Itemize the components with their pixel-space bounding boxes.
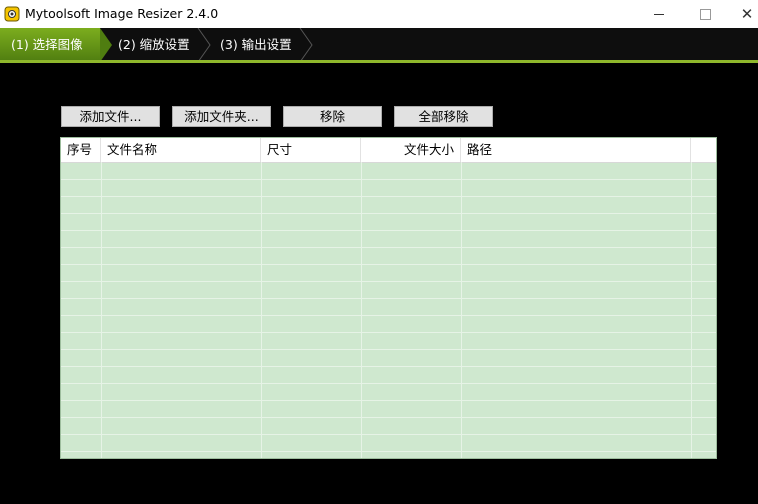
window-title: Mytoolsoft Image Resizer 2.4.0 bbox=[25, 6, 219, 21]
grid-row-line bbox=[61, 366, 716, 367]
column-header-filesize[interactable]: 文件大小 bbox=[361, 138, 461, 162]
grid-row-line bbox=[61, 298, 716, 299]
step-separator-icon bbox=[197, 28, 211, 62]
grid-row-line bbox=[61, 281, 716, 282]
column-header-filler bbox=[691, 138, 716, 162]
column-header-filename[interactable]: 文件名称 bbox=[101, 138, 261, 162]
grid-row-line bbox=[61, 349, 716, 350]
close-button[interactable]: ✕ bbox=[724, 0, 758, 28]
active-step-arrow bbox=[100, 28, 112, 62]
maximize-button[interactable] bbox=[682, 0, 728, 28]
grid-column-line bbox=[461, 162, 462, 458]
grid-row-line bbox=[61, 315, 716, 316]
minimize-icon bbox=[654, 13, 664, 15]
file-list-header: 序号 文件名称 尺寸 文件大小 路径 bbox=[61, 138, 716, 163]
grid-row-line bbox=[61, 196, 716, 197]
wizard-step-bar: (1) 选择图像 (2) 缩放设置 (3) 输出设置 bbox=[0, 28, 758, 62]
step-separator-icon bbox=[299, 28, 313, 62]
grid-row-line bbox=[61, 213, 716, 214]
grid-column-line bbox=[691, 162, 692, 458]
step-output-settings[interactable]: (3) 输出设置 bbox=[220, 28, 292, 62]
column-header-dimensions[interactable]: 尺寸 bbox=[261, 138, 361, 162]
grid-row-line bbox=[61, 230, 716, 231]
grid-column-line bbox=[261, 162, 262, 458]
add-folder-button[interactable]: 添加文件夹... bbox=[172, 106, 271, 127]
close-icon: ✕ bbox=[740, 5, 754, 23]
grid-column-line bbox=[361, 162, 362, 458]
file-list[interactable]: 序号 文件名称 尺寸 文件大小 路径 bbox=[60, 137, 717, 459]
maximize-icon bbox=[699, 8, 711, 20]
minimize-button[interactable] bbox=[636, 0, 682, 28]
step-bar-underline bbox=[0, 60, 758, 63]
step-resize-settings[interactable]: (2) 缩放设置 bbox=[118, 28, 190, 62]
grid-row-line bbox=[61, 179, 716, 180]
remove-button[interactable]: 移除 bbox=[283, 106, 382, 127]
grid-row-line bbox=[61, 434, 716, 435]
grid-row-line bbox=[61, 417, 716, 418]
step-select-images[interactable]: (1) 选择图像 bbox=[0, 28, 100, 62]
grid-row-line bbox=[61, 332, 716, 333]
remove-all-button[interactable]: 全部移除 bbox=[394, 106, 493, 127]
column-header-path[interactable]: 路径 bbox=[461, 138, 691, 162]
grid-row-line bbox=[61, 400, 716, 401]
grid-row-line bbox=[61, 264, 716, 265]
grid-row-line bbox=[61, 247, 716, 248]
grid-row-line bbox=[61, 451, 716, 452]
grid-column-line bbox=[101, 162, 102, 458]
column-header-index[interactable]: 序号 bbox=[61, 138, 101, 162]
app-icon bbox=[4, 6, 20, 22]
title-bar: Mytoolsoft Image Resizer 2.4.0 ✕ bbox=[0, 0, 758, 28]
add-file-button[interactable]: 添加文件... bbox=[61, 106, 160, 127]
grid-row-line bbox=[61, 383, 716, 384]
